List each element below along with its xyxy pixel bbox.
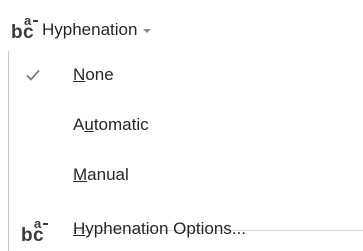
hyphenation-dropdown-screen: b c a Hyphenation None Automatic Manual … (0, 0, 363, 251)
menu-item-automatic[interactable]: Automatic (9, 103, 363, 147)
hyphenation-button-label: Hyphenation (42, 20, 138, 39)
hyphenation-icon: b c a (10, 14, 40, 44)
chevron-down-icon (143, 29, 152, 33)
menu-item-manual[interactable]: Manual (9, 153, 363, 197)
hyphenation-button[interactable]: b c a Hyphenation (4, 10, 157, 50)
menu-item-label: Manual (73, 165, 129, 184)
checkmark-icon (26, 69, 40, 81)
hyphenation-options-icon: b c a (21, 217, 51, 247)
menu-item-label: None (73, 65, 114, 84)
menu-item-label: Hyphenation Options... (73, 219, 246, 238)
menu-item-none[interactable]: None (9, 53, 363, 97)
menu-item-label: Automatic (73, 115, 149, 134)
menu-item-hyphenation-options[interactable]: b c a Hyphenation Options... (9, 207, 363, 251)
hyphenation-menu: None Automatic Manual b c a Hyphenation … (8, 51, 363, 251)
